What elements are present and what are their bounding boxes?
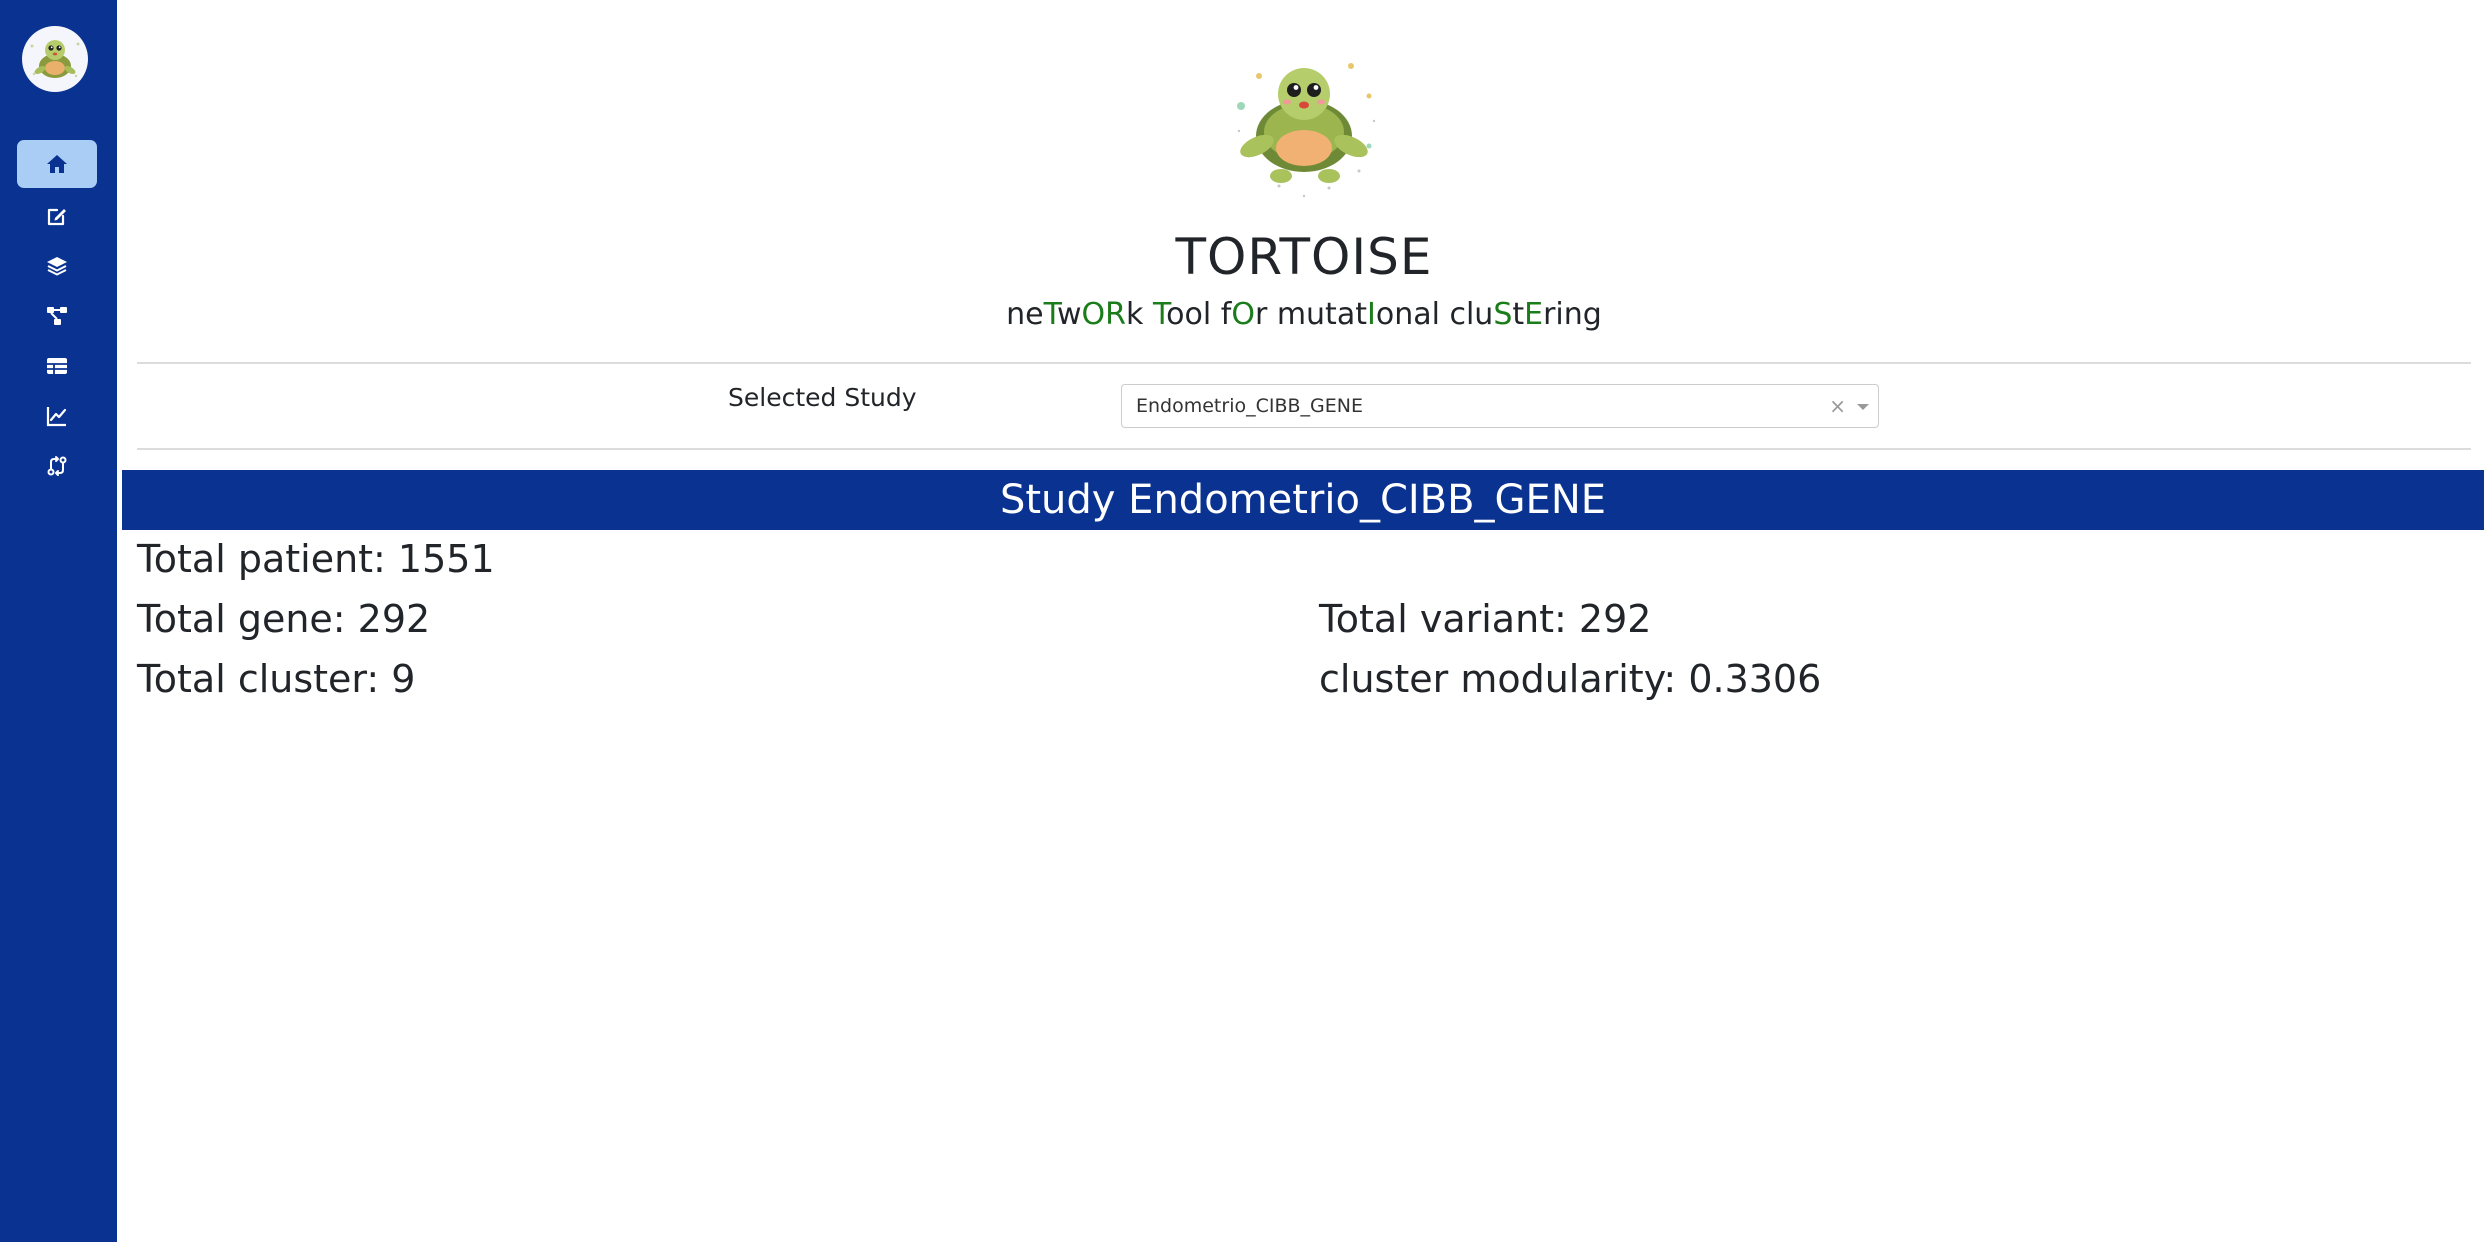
home-icon [47, 155, 67, 173]
chevron-down-icon[interactable] [1857, 404, 1869, 410]
subtitle-text: w [1057, 297, 1082, 332]
study-select-value: Endometrio_CIBB_GENE [1136, 395, 1363, 417]
divider-bottom [137, 448, 2471, 450]
clear-selection-icon[interactable]: × [1829, 394, 1846, 418]
subtitle-text: ool f [1166, 297, 1232, 332]
layers-icon [47, 257, 67, 276]
subtitle-text: ne [1006, 297, 1044, 332]
total-gene: Total gene: 292 [137, 597, 431, 641]
nav-chart[interactable] [17, 392, 97, 440]
app-title: TORTOISE [1175, 228, 1433, 286]
subtitle-highlight: I [1366, 297, 1376, 332]
nav-compare[interactable] [17, 442, 97, 490]
cluster-modularity: cluster modularity: 0.3306 [1319, 657, 1822, 701]
compare-arrows-icon [47, 456, 67, 476]
nav-edit[interactable] [17, 192, 97, 240]
subtitle-highlight: E [1524, 297, 1544, 332]
study-banner: Study Endometrio_CIBB_GENE [122, 470, 2484, 530]
subtitle-highlight: O [1231, 297, 1255, 332]
subtitle-highlight: T [1152, 297, 1167, 332]
tortoise-logo-icon[interactable] [22, 26, 88, 92]
line-chart-icon [46, 407, 67, 427]
study-select[interactable]: Endometrio_CIBB_GENE × [1121, 384, 1879, 428]
table-icon [47, 358, 67, 374]
total-cluster: Total cluster: 9 [137, 657, 416, 701]
subtitle-highlight: T [1043, 297, 1057, 332]
nav-home[interactable] [17, 140, 97, 188]
divider-top [137, 362, 2471, 364]
nav-layers[interactable] [17, 242, 97, 290]
subtitle-text: r mutat [1254, 297, 1367, 332]
tortoise-hero-logo-icon [1237, 63, 1376, 198]
subtitle-text: ring [1543, 297, 1602, 332]
sidebar [0, 0, 117, 1242]
selected-study-label: Selected Study [728, 383, 917, 412]
main-content: TORTOISE neTwORk Tool fOr mutatIonal clu… [117, 0, 2491, 1242]
total-patient: Total patient: 1551 [137, 537, 495, 581]
subtitle-text: onal clu [1375, 297, 1494, 332]
app-subtitle: neTwORk Tool fOr mutatIonal cluStEring [117, 292, 2491, 338]
subtitle-text: t [1512, 297, 1525, 332]
edit-icon [47, 208, 66, 226]
subtitle-text: k [1126, 297, 1153, 332]
network-icon [47, 307, 67, 325]
nav-table[interactable] [17, 342, 97, 390]
nav-network[interactable] [17, 292, 97, 340]
subtitle-highlight: S [1493, 297, 1513, 332]
subtitle-highlight: OR [1081, 297, 1127, 332]
total-variant: Total variant: 292 [1319, 597, 1652, 641]
